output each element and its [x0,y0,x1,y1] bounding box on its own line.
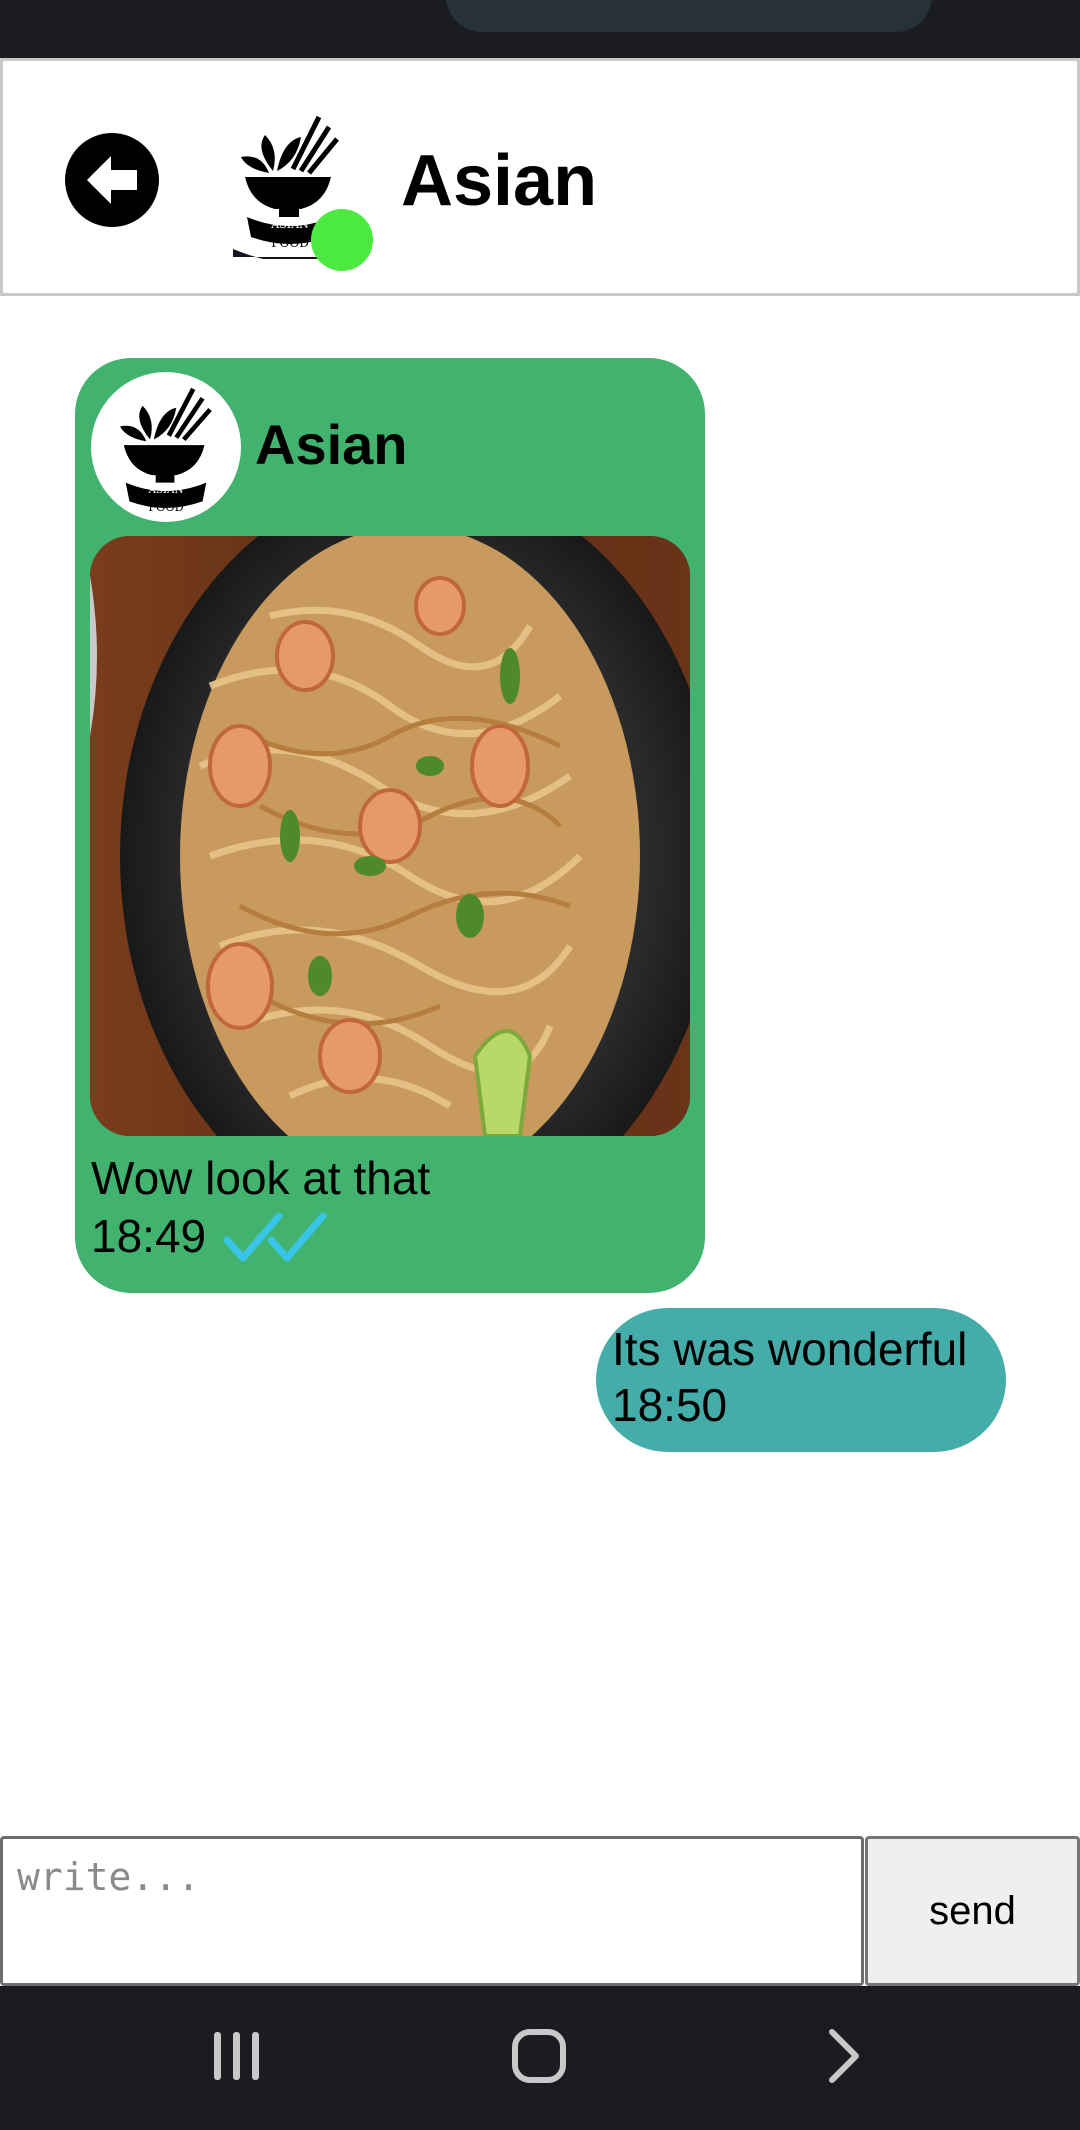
chat-header: ASIAN FOOD Asian [0,58,1080,296]
asian-food-logo: ASIAN FOOD [106,387,227,522]
recents-icon [214,2032,259,2080]
message-list[interactable]: ASIAN FOOD Asian Wow look at that 18:49 … [0,296,1080,1836]
logo-line2: FOOD [271,236,309,250]
message-text: Its was wonderful [612,1323,968,1375]
status-bar [0,0,1080,58]
message-composer: send [0,1836,1080,1986]
shared-food-image[interactable] [90,536,690,1136]
message-time: 18:50 [612,1379,728,1431]
message-input[interactable] [0,1836,864,1986]
sender-name: Asian [255,413,408,476]
online-indicator [311,209,373,271]
home-button[interactable] [459,1986,619,2130]
recents-button[interactable] [156,1986,316,2130]
back-button[interactable] [65,133,159,227]
system-navigation-bar [0,1986,1080,2130]
message-time: 18:49 [91,1210,207,1262]
noodles-with-shrimp-photo [90,536,690,1136]
logo-line1: ASIAN [147,484,183,496]
camera-notch [446,0,932,32]
back-arrow-icon [87,156,137,204]
contact-name: Asian [401,141,598,221]
home-icon [512,2029,566,2083]
logo-line1: ASIAN [270,218,309,231]
double-check-icon [223,1212,327,1262]
outgoing-message-bubble[interactable]: Its was wonderful 18:50 [596,1308,1006,1452]
logo-line2: FOOD [148,501,183,514]
chevron-right-icon [829,2029,859,2083]
message-text: Wow look at that [91,1152,431,1204]
nav-back-button[interactable] [762,1986,922,2130]
incoming-message-bubble[interactable]: ASIAN FOOD Asian Wow look at that 18:49 [75,358,705,1293]
send-button[interactable]: send [865,1836,1080,1986]
sender-avatar: ASIAN FOOD [91,372,241,522]
